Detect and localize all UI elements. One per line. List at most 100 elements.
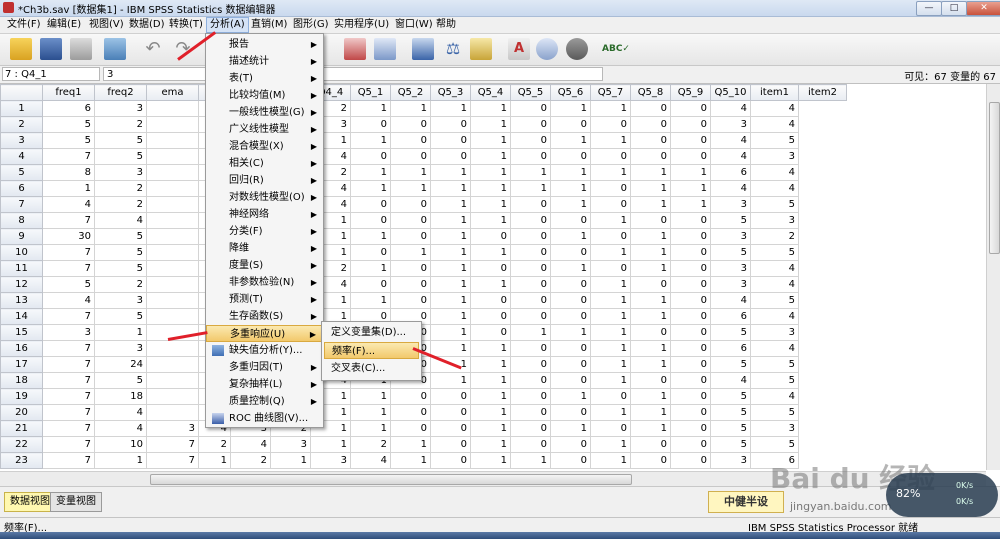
data-cell[interactable]: 0 [510, 132, 551, 149]
data-cell[interactable] [146, 292, 199, 309]
data-cell[interactable] [146, 308, 199, 325]
data-cell[interactable]: 4 [94, 404, 147, 421]
data-cell[interactable]: 1 [430, 228, 471, 245]
data-cell[interactable]: 1 [42, 180, 95, 197]
data-cell[interactable]: 1 [590, 308, 631, 325]
data-cell[interactable]: 1 [430, 196, 471, 213]
data-cell[interactable]: 0 [670, 324, 711, 341]
analyze-menu-item[interactable]: 多重归因(T) ▶ [206, 359, 323, 376]
data-cell[interactable]: 1 [590, 212, 631, 229]
data-cell[interactable]: 0 [630, 276, 671, 293]
data-cell[interactable]: 0 [390, 404, 431, 421]
data-cell[interactable]: 3 [146, 420, 199, 437]
data-cell[interactable]: 18 [94, 388, 147, 405]
analyze-menu-item[interactable]: 回归(R) ▶ [206, 172, 323, 189]
data-cell[interactable]: 0 [510, 212, 551, 229]
data-cell[interactable]: 7 [42, 356, 95, 373]
data-cell[interactable]: 3 [710, 260, 751, 277]
data-cell[interactable]: 4 [94, 420, 147, 437]
data-cell[interactable]: 3 [750, 324, 799, 341]
data-cell[interactable]: 0 [630, 436, 671, 453]
data-cell[interactable]: 5 [750, 132, 799, 149]
data-cell[interactable]: 0 [510, 100, 551, 117]
data-cell[interactable]: 0 [550, 148, 591, 165]
data-cell[interactable]: 0 [350, 116, 391, 133]
data-cell[interactable]: 6 [710, 340, 751, 357]
data-cell[interactable]: 3 [750, 420, 799, 437]
data-cell[interactable]: 1 [630, 404, 671, 421]
data-cell[interactable]: 3 [42, 324, 95, 341]
data-cell[interactable]: 7 [42, 436, 95, 453]
data-cell[interactable]: 3 [710, 116, 751, 133]
data-cell[interactable]: 0 [550, 292, 591, 309]
cell-value-field[interactable]: 3 [103, 67, 603, 81]
data-cell[interactable]: 1 [550, 388, 591, 405]
row-header[interactable]: 5 [0, 164, 43, 181]
data-cell[interactable]: 0 [670, 260, 711, 277]
data-cell[interactable]: 4 [710, 372, 751, 389]
data-cell[interactable]: 1 [550, 228, 591, 245]
analyze-menu-item[interactable]: 预测(T) ▶ [206, 291, 323, 308]
data-cell[interactable]: 2 [230, 452, 271, 469]
data-cell[interactable]: 1 [630, 196, 671, 213]
analyze-menu-item[interactable]: 神经网络 ▶ [206, 206, 323, 223]
data-cell[interactable]: 1 [590, 452, 631, 469]
column-header[interactable]: Q5_9 [670, 84, 711, 101]
data-cell[interactable]: 7 [42, 308, 95, 325]
data-cell[interactable]: 2 [350, 436, 391, 453]
data-cell[interactable]: 1 [630, 228, 671, 245]
data-cell[interactable]: 4 [750, 164, 799, 181]
data-cell[interactable]: 0 [670, 436, 711, 453]
data-cell[interactable]: 0 [590, 420, 631, 437]
data-cell[interactable]: 1 [270, 452, 311, 469]
column-header[interactable]: Q5_1 [350, 84, 391, 101]
data-cell[interactable]: 1 [630, 180, 671, 197]
horizontal-scroll-thumb[interactable] [150, 474, 632, 485]
data-cell[interactable]: 2 [94, 116, 147, 133]
data-cell[interactable]: 1 [470, 276, 511, 293]
data-cell[interactable]: 4 [350, 452, 391, 469]
data-cell[interactable]: 1 [350, 388, 391, 405]
column-header[interactable]: item2 [798, 84, 847, 101]
data-cell[interactable]: 0 [510, 340, 551, 357]
data-cell[interactable]: 1 [430, 292, 471, 309]
data-cell[interactable]: 5 [710, 436, 751, 453]
data-cell[interactable]: 4 [94, 212, 147, 229]
data-cell[interactable]: 7 [42, 340, 95, 357]
data-cell[interactable] [146, 100, 199, 117]
data-cell[interactable]: 0 [670, 356, 711, 373]
data-cell[interactable]: 5 [750, 196, 799, 213]
data-cell[interactable]: 1 [510, 164, 551, 181]
data-cell[interactable]: 0 [510, 148, 551, 165]
data-cell[interactable] [146, 372, 199, 389]
data-cell[interactable]: 0 [390, 292, 431, 309]
data-cell[interactable]: 0 [590, 116, 631, 133]
data-cell[interactable]: 0 [510, 196, 551, 213]
column-header[interactable]: Q5_4 [470, 84, 511, 101]
analyze-menu-item[interactable]: 广义线性模型 ▶ [206, 121, 323, 138]
data-cell[interactable]: 0 [350, 148, 391, 165]
data-cell[interactable]: 1 [630, 340, 671, 357]
data-cell[interactable]: 0 [670, 292, 711, 309]
analyze-menu-item[interactable]: 报告 ▶ [206, 36, 323, 53]
data-cell[interactable]: 5 [42, 116, 95, 133]
data-cell[interactable]: 5 [94, 148, 147, 165]
data-cell[interactable]: 0 [510, 388, 551, 405]
data-cell[interactable]: 5 [94, 260, 147, 277]
analyze-menu-item[interactable]: 缺失值分析(Y)... [206, 342, 323, 359]
column-header[interactable]: Q5_6 [550, 84, 591, 101]
data-cell[interactable]: 1 [550, 420, 591, 437]
data-cell[interactable]: 1 [630, 244, 671, 261]
data-cell[interactable]: 0 [670, 244, 711, 261]
data-cell[interactable]: 0 [630, 324, 671, 341]
analyze-menu-item[interactable]: 分类(F) ▶ [206, 223, 323, 240]
data-cell[interactable]: 0 [470, 228, 511, 245]
data-cell[interactable]: 0 [590, 228, 631, 245]
data-cell[interactable]: 1 [590, 100, 631, 117]
data-cell[interactable]: 1 [670, 164, 711, 181]
data-cell[interactable]: 0 [390, 228, 431, 245]
analyze-menu-item[interactable]: 混合模型(X) ▶ [206, 138, 323, 155]
data-cell[interactable]: 0 [630, 452, 671, 469]
data-cell[interactable]: 1 [590, 436, 631, 453]
data-cell[interactable]: 0 [670, 100, 711, 117]
